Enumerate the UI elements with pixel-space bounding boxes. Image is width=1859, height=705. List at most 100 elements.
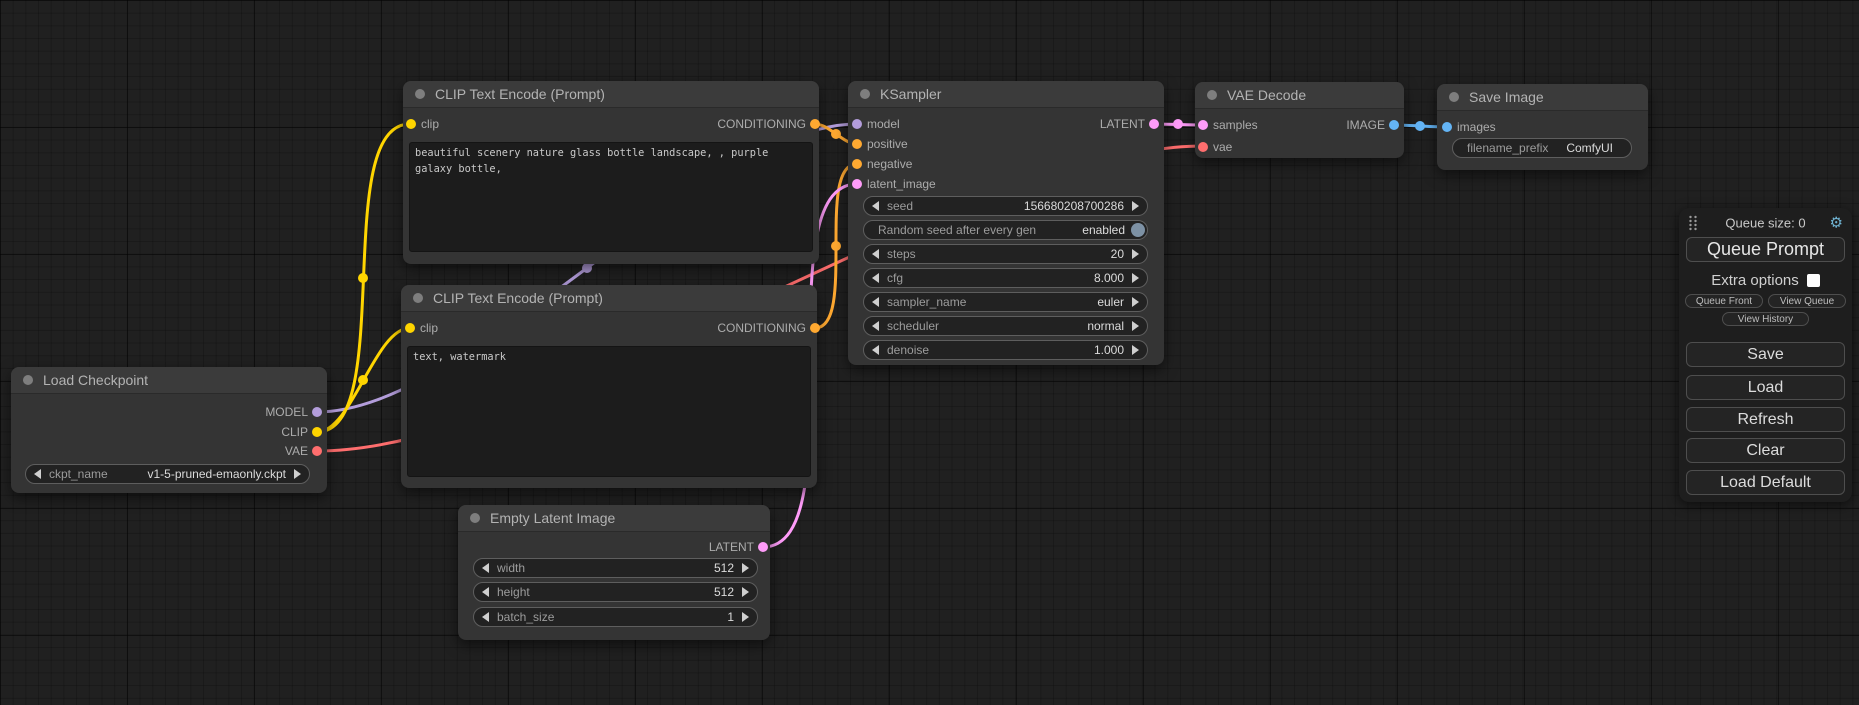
node-empty-latent-image[interactable]: Empty Latent Image LATENT width 512 heig… xyxy=(458,505,770,640)
output-port-model[interactable] xyxy=(312,407,322,417)
cfg-widget[interactable]: cfg 8.000 xyxy=(863,268,1148,288)
load-default-button[interactable]: Load Default xyxy=(1686,470,1845,495)
widget-label: batch_size xyxy=(497,610,554,624)
widget-value: v1-5-pruned-emaonly.ckpt xyxy=(147,467,286,481)
queue-prompt-button[interactable]: Queue Prompt xyxy=(1686,237,1845,262)
widget-label: ckpt_name xyxy=(49,467,108,481)
decrement-arrow-icon[interactable] xyxy=(872,249,879,259)
node-title: VAE Decode xyxy=(1227,87,1306,103)
refresh-button[interactable]: Refresh xyxy=(1686,407,1845,432)
node-vae-decode[interactable]: VAE Decode samples vae IMAGE xyxy=(1195,82,1404,158)
collapse-dot-icon[interactable] xyxy=(413,293,423,303)
increment-arrow-icon[interactable] xyxy=(1132,249,1139,259)
filename-prefix-widget[interactable]: filename_prefix ComfyUI xyxy=(1452,138,1632,158)
increment-arrow-icon[interactable] xyxy=(742,563,749,573)
node-title: Empty Latent Image xyxy=(490,510,615,526)
decrement-arrow-icon[interactable] xyxy=(872,321,879,331)
node-title: Load Checkpoint xyxy=(43,372,148,388)
decrement-arrow-icon[interactable] xyxy=(872,345,879,355)
decrement-arrow-icon[interactable] xyxy=(872,201,879,211)
decrement-arrow-icon[interactable] xyxy=(34,469,41,479)
increment-arrow-icon[interactable] xyxy=(1132,201,1139,211)
node-load-checkpoint[interactable]: Load Checkpoint MODEL CLIP VAE ckpt_name… xyxy=(11,367,327,493)
output-port-image[interactable] xyxy=(1389,120,1399,130)
node-title: KSampler xyxy=(880,86,941,102)
widget-label: scheduler xyxy=(887,319,939,333)
input-port-model[interactable] xyxy=(852,119,862,129)
collapse-dot-icon[interactable] xyxy=(1207,90,1217,100)
output-port-latent[interactable] xyxy=(758,542,768,552)
input-label-negative: negative xyxy=(867,157,912,171)
node-ksampler[interactable]: KSampler model positive negative latent_… xyxy=(848,81,1164,365)
input-port-clip[interactable] xyxy=(406,119,416,129)
collapse-dot-icon[interactable] xyxy=(23,375,33,385)
input-port-vae[interactable] xyxy=(1198,142,1208,152)
increment-arrow-icon[interactable] xyxy=(1132,345,1139,355)
decrement-arrow-icon[interactable] xyxy=(482,563,489,573)
width-widget[interactable]: width 512 xyxy=(473,558,758,578)
collapse-dot-icon[interactable] xyxy=(470,513,480,523)
increment-arrow-icon[interactable] xyxy=(1132,273,1139,283)
input-port-latent-image[interactable] xyxy=(852,179,862,189)
increment-arrow-icon[interactable] xyxy=(742,612,749,622)
height-widget[interactable]: height 512 xyxy=(473,582,758,602)
extra-options-checkbox[interactable] xyxy=(1807,274,1820,287)
widget-label: width xyxy=(497,561,525,575)
decrement-arrow-icon[interactable] xyxy=(872,297,879,307)
increment-arrow-icon[interactable] xyxy=(1132,321,1139,331)
node-header[interactable]: CLIP Text Encode (Prompt) xyxy=(403,81,819,108)
input-label-clip: clip xyxy=(421,117,439,131)
output-port-conditioning[interactable] xyxy=(810,323,820,333)
increment-arrow-icon[interactable] xyxy=(1132,297,1139,307)
node-header[interactable]: KSampler xyxy=(848,81,1164,108)
widget-label: height xyxy=(497,585,530,599)
node-header[interactable]: Load Checkpoint xyxy=(11,367,327,394)
collapse-dot-icon[interactable] xyxy=(860,89,870,99)
decrement-arrow-icon[interactable] xyxy=(872,273,879,283)
output-label-conditioning: CONDITIONING xyxy=(717,321,806,335)
scheduler-widget[interactable]: scheduler normal xyxy=(863,316,1148,336)
input-port-negative[interactable] xyxy=(852,159,862,169)
node-clip-text-encode-positive[interactable]: CLIP Text Encode (Prompt) clip CONDITION… xyxy=(403,81,819,264)
node-header[interactable]: Save Image xyxy=(1437,84,1648,111)
widget-label: denoise xyxy=(887,343,929,357)
output-port-vae[interactable] xyxy=(312,446,322,456)
decrement-arrow-icon[interactable] xyxy=(482,612,489,622)
node-header[interactable]: Empty Latent Image xyxy=(458,505,770,532)
negative-prompt-textarea[interactable]: text, watermark xyxy=(407,346,811,477)
toggle-knob-icon[interactable] xyxy=(1131,223,1145,237)
decrement-arrow-icon[interactable] xyxy=(482,587,489,597)
node-header[interactable]: CLIP Text Encode (Prompt) xyxy=(401,285,817,312)
denoise-widget[interactable]: denoise 1.000 xyxy=(863,340,1148,360)
seed-widget[interactable]: seed 156680208700286 xyxy=(863,196,1148,216)
output-port-clip[interactable] xyxy=(312,427,322,437)
increment-arrow-icon[interactable] xyxy=(294,469,301,479)
collapse-dot-icon[interactable] xyxy=(1449,92,1459,102)
ckpt-name-widget[interactable]: ckpt_name v1-5-pruned-emaonly.ckpt xyxy=(25,464,310,484)
node-save-image[interactable]: Save Image images filename_prefix ComfyU… xyxy=(1437,84,1648,170)
positive-prompt-textarea[interactable]: beautiful scenery nature glass bottle la… xyxy=(409,142,813,252)
queue-front-button[interactable]: Queue Front xyxy=(1685,294,1763,308)
view-queue-button[interactable]: View Queue xyxy=(1768,294,1846,308)
steps-widget[interactable]: steps 20 xyxy=(863,244,1148,264)
input-label-model: model xyxy=(867,117,900,131)
input-port-images[interactable] xyxy=(1442,122,1452,132)
output-port-latent[interactable] xyxy=(1149,119,1159,129)
load-button[interactable]: Load xyxy=(1686,375,1845,400)
output-port-conditioning[interactable] xyxy=(810,119,820,129)
input-port-samples[interactable] xyxy=(1198,120,1208,130)
save-button[interactable]: Save xyxy=(1686,342,1845,367)
batch-size-widget[interactable]: batch_size 1 xyxy=(473,607,758,627)
clear-button[interactable]: Clear xyxy=(1686,438,1845,463)
collapse-dot-icon[interactable] xyxy=(415,89,425,99)
sampler-name-widget[interactable]: sampler_name euler xyxy=(863,292,1148,312)
view-history-button[interactable]: View History xyxy=(1722,312,1809,326)
node-clip-text-encode-negative[interactable]: CLIP Text Encode (Prompt) clip CONDITION… xyxy=(401,285,817,488)
increment-arrow-icon[interactable] xyxy=(742,587,749,597)
output-label-clip: CLIP xyxy=(281,425,308,439)
gear-icon[interactable]: ⚙ xyxy=(1830,216,1843,231)
node-header[interactable]: VAE Decode xyxy=(1195,82,1404,109)
input-port-positive[interactable] xyxy=(852,139,862,149)
random-seed-toggle-widget[interactable]: Random seed after every gen enabled xyxy=(863,220,1148,240)
input-port-clip[interactable] xyxy=(405,323,415,333)
